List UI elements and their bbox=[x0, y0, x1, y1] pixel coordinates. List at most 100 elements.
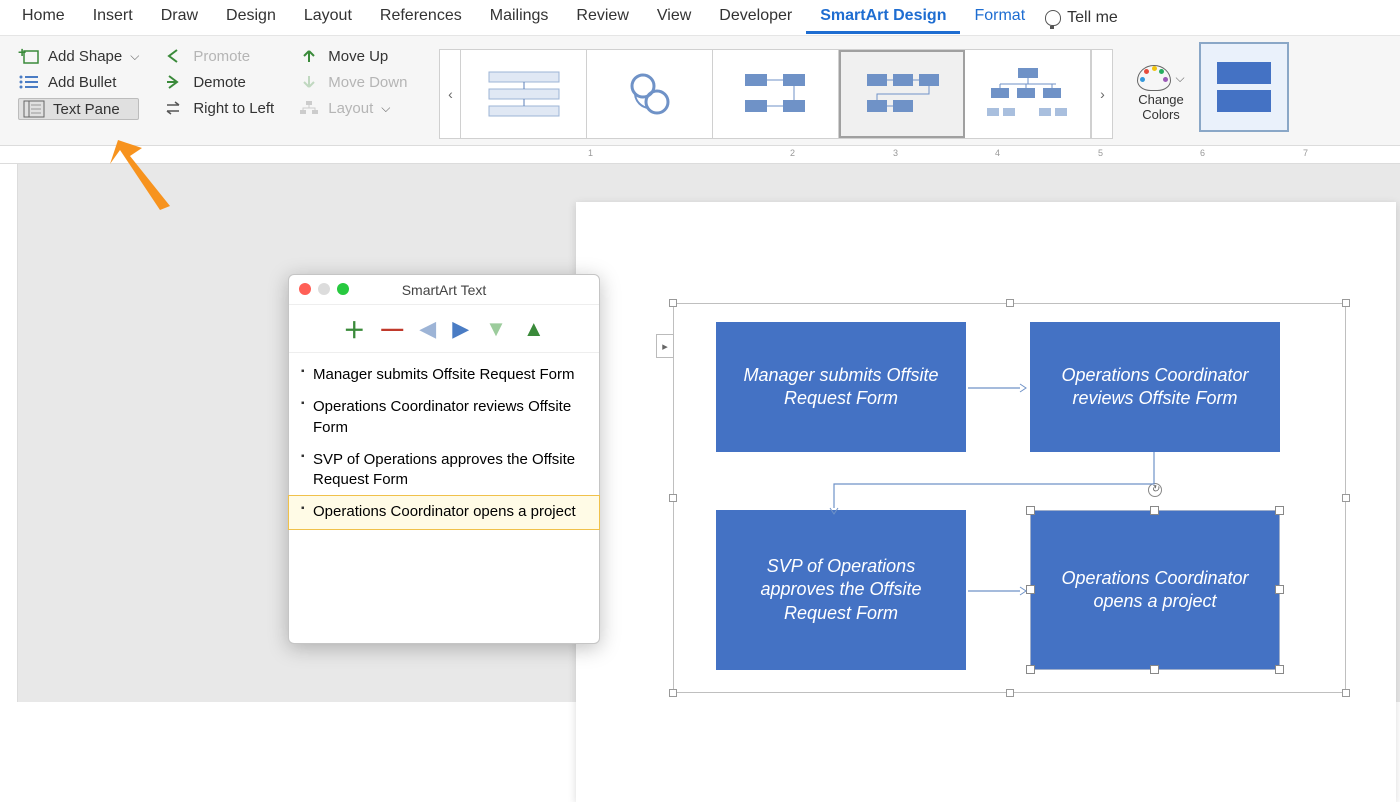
resize-handle[interactable] bbox=[669, 299, 677, 307]
hierarchy-icon bbox=[298, 98, 320, 118]
tab-design[interactable]: Design bbox=[212, 1, 290, 34]
tab-layout[interactable]: Layout bbox=[290, 1, 366, 34]
gallery-next-button[interactable]: › bbox=[1091, 49, 1113, 139]
resize-handle[interactable] bbox=[1275, 585, 1284, 594]
gallery-item-4[interactable] bbox=[839, 50, 965, 138]
smartart-box-1[interactable]: Manager submits Offsite Request Form bbox=[716, 322, 966, 452]
chevron-down-icon: ⌵ bbox=[130, 49, 139, 64]
text-pane-icon bbox=[23, 99, 45, 119]
resize-handle[interactable] bbox=[1342, 689, 1350, 697]
bullet-list-icon bbox=[18, 72, 40, 92]
change-colors-label: Change Colors bbox=[1138, 93, 1184, 122]
move-up-label: Move Up bbox=[328, 48, 388, 65]
expand-text-pane-button[interactable]: ▸ bbox=[656, 334, 674, 358]
resize-handle[interactable] bbox=[669, 494, 677, 502]
smartart-box-3[interactable]: SVP of Operations approves the Offsite R… bbox=[716, 510, 966, 670]
resize-handle[interactable] bbox=[1150, 665, 1159, 674]
smartart-box-4-text: Operations Coordinator opens a project bbox=[1045, 567, 1265, 614]
resize-handle[interactable] bbox=[1006, 299, 1014, 307]
list-item[interactable]: Manager submits Offsite Request Form bbox=[289, 359, 599, 391]
tell-me[interactable]: Tell me bbox=[1045, 9, 1118, 27]
panel-toolbar: ＋ — ◀ ▶ ▼ ▲ bbox=[289, 305, 599, 353]
smartart-box-4[interactable]: Operations Coordinator opens a project bbox=[1030, 510, 1280, 670]
ruler-tick: 4 bbox=[995, 148, 1000, 158]
svg-text:+: + bbox=[18, 47, 26, 60]
tab-developer[interactable]: Developer bbox=[705, 1, 806, 34]
vertical-ruler[interactable] bbox=[0, 164, 18, 702]
list-item[interactable]: Operations Coordinator opens a project bbox=[289, 496, 599, 528]
ruler-tick: 2 bbox=[790, 148, 795, 158]
ruler-tick: 3 bbox=[893, 148, 898, 158]
zoom-icon[interactable] bbox=[337, 283, 349, 295]
gallery-item-1[interactable] bbox=[461, 50, 587, 138]
promote-button: Promote bbox=[163, 46, 274, 66]
resize-handle[interactable] bbox=[1006, 689, 1014, 697]
connector-arrow-icon bbox=[968, 584, 1028, 602]
tab-format[interactable]: Format bbox=[960, 1, 1039, 34]
promote-label: Promote bbox=[193, 48, 250, 65]
smartart-style-thumb[interactable] bbox=[1199, 42, 1289, 132]
gallery-prev-button[interactable]: ‹ bbox=[439, 49, 461, 139]
lightbulb-icon bbox=[1045, 10, 1061, 26]
tab-home[interactable]: Home bbox=[8, 1, 79, 34]
layout-button: Layout ⌵ bbox=[298, 98, 407, 118]
text-pane-label: Text Pane bbox=[53, 101, 120, 118]
panel-list: Manager submits Offsite Request Form Ope… bbox=[289, 353, 599, 535]
resize-handle[interactable] bbox=[1342, 299, 1350, 307]
move-down-label: Move Down bbox=[328, 74, 407, 91]
close-icon[interactable] bbox=[299, 283, 311, 295]
right-to-left-button[interactable]: Right to Left bbox=[163, 98, 274, 118]
add-bullet-button[interactable]: Add Bullet bbox=[18, 72, 139, 92]
panel-title: SmartArt Text bbox=[402, 282, 487, 298]
connector-arrow-icon bbox=[968, 381, 1028, 399]
gallery-item-5[interactable] bbox=[965, 50, 1091, 138]
connector-arrow-icon bbox=[824, 452, 1164, 527]
resize-handle[interactable] bbox=[1275, 506, 1284, 515]
chevron-down-icon: ⌵ bbox=[1175, 71, 1184, 86]
minimize-icon bbox=[318, 283, 330, 295]
smartart-frame[interactable]: ▸ Manager submits Offsite Request Form O… bbox=[673, 303, 1346, 693]
change-colors-button[interactable]: ⌵ Change Colors bbox=[1137, 42, 1184, 145]
text-pane-button[interactable]: Text Pane bbox=[18, 98, 139, 120]
arrow-left-icon bbox=[163, 46, 185, 66]
smartart-text-panel[interactable]: SmartArt Text ＋ — ◀ ▶ ▼ ▲ Manager submit… bbox=[288, 274, 600, 644]
horizontal-ruler[interactable]: 1 2 3 4 5 6 7 bbox=[0, 146, 1400, 164]
tab-insert[interactable]: Insert bbox=[79, 1, 147, 34]
promote-icon[interactable]: ◀ bbox=[419, 316, 436, 342]
move-down-icon[interactable]: ▼ bbox=[485, 316, 507, 342]
move-up-button[interactable]: Move Up bbox=[298, 46, 407, 66]
move-up-icon[interactable]: ▲ bbox=[523, 316, 545, 342]
demote-button[interactable]: Demote bbox=[163, 72, 274, 92]
tab-draw[interactable]: Draw bbox=[147, 1, 212, 34]
swap-icon bbox=[163, 98, 185, 118]
tab-mailings[interactable]: Mailings bbox=[476, 1, 563, 34]
tab-view[interactable]: View bbox=[643, 1, 705, 34]
window-controls[interactable] bbox=[299, 283, 349, 295]
tab-review[interactable]: Review bbox=[562, 1, 642, 34]
resize-handle[interactable] bbox=[1275, 665, 1284, 674]
add-icon[interactable]: ＋ bbox=[343, 313, 365, 345]
demote-icon[interactable]: ▶ bbox=[452, 316, 469, 342]
gallery-item-3[interactable] bbox=[713, 50, 839, 138]
remove-icon[interactable]: — bbox=[381, 316, 403, 342]
list-item[interactable]: Operations Coordinator reviews Offsite F… bbox=[289, 391, 599, 444]
ruler-tick: 5 bbox=[1098, 148, 1103, 158]
panel-titlebar[interactable]: SmartArt Text bbox=[289, 275, 599, 305]
ribbon: + Add Shape ⌵ Add Bullet Text Pane Promo… bbox=[0, 36, 1400, 146]
resize-handle[interactable] bbox=[1342, 494, 1350, 502]
smartart-box-2[interactable]: Operations Coordinator reviews Offsite F… bbox=[1030, 322, 1280, 452]
resize-handle[interactable] bbox=[669, 689, 677, 697]
ribbon-tabs: Home Insert Draw Design Layout Reference… bbox=[0, 0, 1400, 36]
add-shape-button[interactable]: + Add Shape ⌵ bbox=[18, 46, 139, 66]
tab-smartart-design[interactable]: SmartArt Design bbox=[806, 1, 960, 34]
arrow-right-icon bbox=[163, 72, 185, 92]
resize-handle[interactable] bbox=[1026, 665, 1035, 674]
list-item[interactable]: SVP of Operations approves the Offsite R… bbox=[289, 444, 599, 497]
tab-references[interactable]: References bbox=[366, 1, 476, 34]
demote-label: Demote bbox=[193, 74, 246, 91]
arrow-down-icon bbox=[298, 72, 320, 92]
gallery-item-2[interactable] bbox=[587, 50, 713, 138]
add-shape-icon: + bbox=[18, 46, 40, 66]
arrow-up-icon bbox=[298, 46, 320, 66]
add-bullet-label: Add Bullet bbox=[48, 74, 116, 91]
